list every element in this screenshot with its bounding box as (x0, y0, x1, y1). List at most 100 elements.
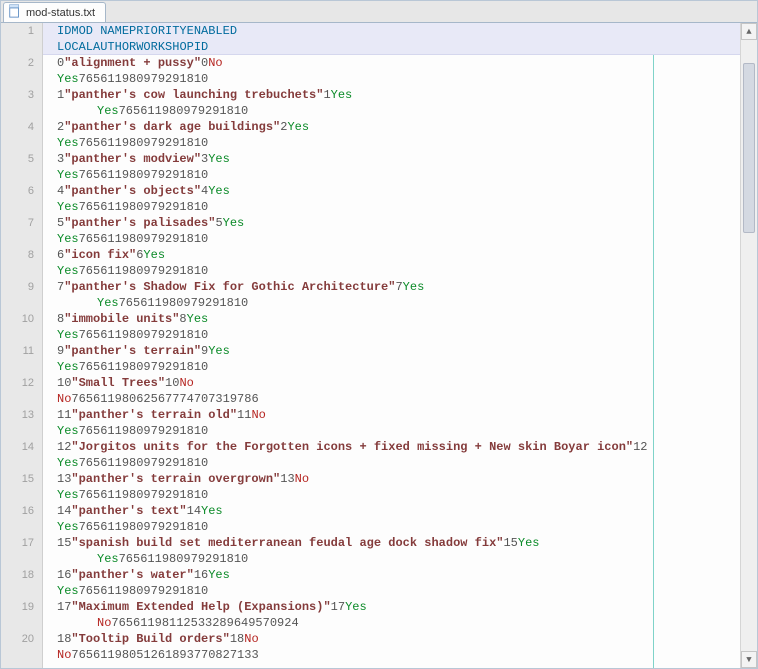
line-number-gutter: 1234567891011121314151617181920 (1, 23, 43, 668)
mod-enabled: Yes (403, 279, 425, 295)
mod-name: "panther's terrain old" (71, 407, 237, 423)
mod-id: 13 (57, 471, 71, 487)
mod-priority: 9 (201, 343, 208, 359)
line-number: 8 (1, 247, 42, 279)
mod-enabled: Yes (187, 311, 209, 327)
line-number: 4 (1, 119, 42, 151)
mod-workshop: 0 (201, 359, 208, 375)
line-number: 14 (1, 439, 42, 471)
mod-id: 11 (57, 407, 71, 423)
mod-workshop: 0 (201, 263, 208, 279)
mod-row: 10 "Small Trees" 10 NoNo 765611980625677… (43, 375, 740, 407)
mod-workshop: 770827133 (194, 647, 259, 663)
mod-enabled: Yes (208, 343, 230, 359)
editor-content: 1234567891011121314151617181920 ID MOD N… (1, 23, 740, 668)
mod-enabled: Yes (223, 215, 245, 231)
scroll-thumb[interactable] (743, 63, 755, 233)
mod-priority: 3 (201, 151, 208, 167)
mod-row: 13 "panther's terrain overgrown" 13 NoYe… (43, 471, 740, 503)
mod-row: 12 "Jorgitos units for the Forgotten ico… (43, 439, 740, 471)
mod-local: No (57, 647, 71, 663)
mod-local: Yes (57, 231, 79, 247)
file-icon (8, 4, 22, 21)
mod-author: 76561198097929181 (119, 295, 241, 311)
mod-id: 18 (57, 631, 71, 647)
code-viewport[interactable]: ID MOD NAME PRIORITY ENABLEDLOCAL AUTHOR… (43, 23, 740, 668)
mod-priority: 5 (215, 215, 222, 231)
mod-row: 14 "panther's text" 14 YesYes 7656119809… (43, 503, 740, 535)
file-tab[interactable]: mod-status.txt (3, 2, 106, 22)
mod-priority: 12 (633, 439, 647, 455)
mod-workshop: 649570924 (234, 615, 299, 631)
mod-name: "Jorgitos units for the Forgotten icons … (71, 439, 633, 455)
mod-local: Yes (57, 583, 79, 599)
col-workshop: WORKSHOPID (136, 39, 208, 55)
mod-priority: 0 (201, 55, 208, 71)
mod-id: 2 (57, 119, 64, 135)
mod-row: 18 "Tooltip Build orders" 18 NoNo 765611… (43, 631, 740, 663)
mod-name: "Tooltip Build orders" (71, 631, 229, 647)
mod-author: 76561198097929181 (79, 199, 201, 215)
mod-local: Yes (57, 71, 79, 87)
mod-priority: 17 (331, 599, 345, 615)
mod-name: "alignment + pussy" (64, 55, 201, 71)
mod-enabled: No (295, 471, 309, 487)
mod-workshop: 0 (201, 583, 208, 599)
scroll-up-button[interactable]: ▲ (741, 23, 757, 40)
mod-local: Yes (57, 135, 79, 151)
mod-row: 11 "panther's terrain old" 11 NoYes 7656… (43, 407, 740, 439)
mod-author: 76561198097929181 (119, 103, 241, 119)
mod-local: Yes (97, 103, 119, 119)
mod-id: 15 (57, 535, 71, 551)
col-enabled: ENABLED (187, 23, 237, 39)
mod-row: 3 "panther's modview" 3 YesYes 765611980… (43, 151, 740, 183)
mod-enabled: Yes (143, 247, 165, 263)
mod-row: 0 "alignment + pussy" 0 NoYes 7656119809… (43, 55, 740, 87)
mod-workshop: 0 (201, 71, 208, 87)
mod-workshop: 0 (201, 423, 208, 439)
line-number: 10 (1, 311, 42, 343)
mod-local: Yes (97, 551, 119, 567)
mod-priority: 15 (503, 535, 517, 551)
mod-row: 6 "icon fix" 6 YesYes 76561198097929181 … (43, 247, 740, 279)
mod-priority: 13 (280, 471, 294, 487)
mod-priority: 14 (187, 503, 201, 519)
mod-author: 76561198097929181 (79, 263, 201, 279)
mod-id: 1 (57, 87, 64, 103)
mod-author: 76561198097929181 (79, 455, 201, 471)
line-number: 15 (1, 471, 42, 503)
mod-id: 6 (57, 247, 64, 263)
line-number: 17 (1, 535, 42, 567)
line-number: 12 (1, 375, 42, 407)
mod-priority: 16 (194, 567, 208, 583)
mod-priority: 10 (165, 375, 179, 391)
col-priority: PRIORITY (129, 23, 187, 39)
tab-bar: mod-status.txt (1, 1, 757, 23)
mod-author: 76561198097929181 (79, 231, 201, 247)
mod-enabled: Yes (208, 183, 230, 199)
vertical-scrollbar[interactable]: ▲ ▼ (740, 23, 757, 668)
code-lines: ID MOD NAME PRIORITY ENABLEDLOCAL AUTHOR… (43, 23, 740, 663)
mod-name: "panther's text" (71, 503, 186, 519)
mod-local: Yes (57, 263, 79, 279)
mod-local: Yes (57, 327, 79, 343)
mod-author: 76561198097929181 (79, 583, 201, 599)
mod-id: 10 (57, 375, 71, 391)
mod-author: 76561198097929181 (79, 327, 201, 343)
mod-local: No (97, 615, 111, 631)
mod-workshop: 0 (201, 455, 208, 471)
mod-row: 2 "panther's dark age buildings" 2 YesYe… (43, 119, 740, 151)
line-number: 20 (1, 631, 42, 663)
mod-priority: 7 (395, 279, 402, 295)
line-number: 5 (1, 151, 42, 183)
mod-id: 3 (57, 151, 64, 167)
mod-id: 12 (57, 439, 71, 455)
line-number: 1 (1, 23, 42, 55)
mod-local: Yes (57, 199, 79, 215)
col-author: AUTHOR (93, 39, 136, 55)
scroll-down-button[interactable]: ▼ (741, 651, 757, 668)
mod-priority: 1 (323, 87, 330, 103)
mod-name: "Small Trees" (71, 375, 165, 391)
mod-workshop: 0 (201, 231, 208, 247)
line-number: 11 (1, 343, 42, 375)
